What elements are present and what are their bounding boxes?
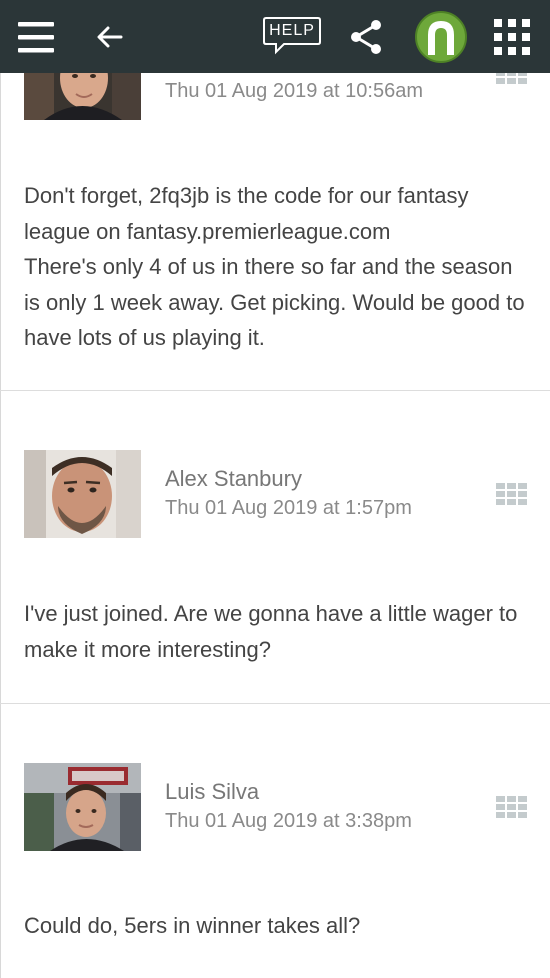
post-author[interactable]: Luis Silva bbox=[165, 779, 259, 805]
post-date: Thu 01 Aug 2019 at 3:38pm bbox=[165, 810, 412, 832]
help-button[interactable]: HELP bbox=[262, 0, 324, 73]
post-author[interactable]: Alex Stanbury bbox=[165, 466, 302, 492]
author-photo[interactable] bbox=[24, 763, 141, 851]
help-label: HELP bbox=[269, 22, 315, 39]
post-body: I've just joined. Are we gonna have a li… bbox=[24, 596, 529, 667]
post-body: Could do, 5ers in winner takes all? bbox=[24, 908, 529, 944]
author-photo[interactable] bbox=[24, 450, 141, 538]
post-options-icon[interactable] bbox=[496, 483, 528, 507]
post-divider bbox=[0, 703, 550, 704]
back-arrow-icon[interactable] bbox=[88, 0, 132, 73]
post-body-line: I've just joined. Are we gonna have a li… bbox=[24, 601, 518, 662]
post-body-line: There's only 4 of us in there so far and… bbox=[24, 254, 525, 350]
horseshoe-avatar-icon[interactable] bbox=[410, 0, 472, 73]
post-date: Thu 01 Aug 2019 at 1:57pm bbox=[165, 497, 412, 519]
post-body: Don't forget, 2fq3jb is the code for our… bbox=[24, 178, 529, 356]
page-left-border bbox=[0, 0, 1, 978]
post-body-line: Could do, 5ers in winner takes all? bbox=[24, 913, 361, 938]
top-app-bar: HELP bbox=[0, 0, 550, 73]
share-icon[interactable] bbox=[344, 0, 388, 73]
hamburger-menu-icon[interactable] bbox=[12, 0, 60, 73]
post-body-line: Don't forget, 2fq3jb is the code for our… bbox=[24, 183, 469, 244]
apps-grid-icon[interactable] bbox=[490, 0, 534, 73]
post-options-icon[interactable] bbox=[496, 796, 528, 820]
post-date: Thu 01 Aug 2019 at 10:56am bbox=[165, 80, 423, 102]
post-divider bbox=[0, 390, 550, 391]
